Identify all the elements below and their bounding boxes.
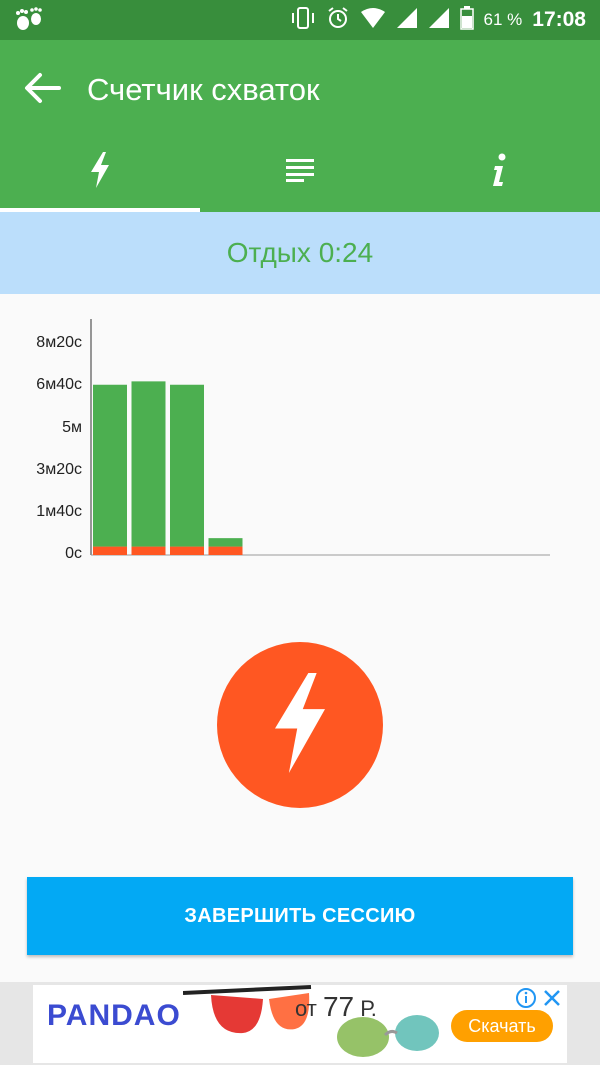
ad-price-prefix: от: [295, 996, 317, 1021]
app-bar: Счетчик схваток: [0, 40, 600, 212]
arrow-left-icon: [23, 72, 61, 109]
ad-price-value: 77: [322, 991, 355, 1022]
ad-download-button[interactable]: Скачать: [451, 1010, 553, 1042]
y-tick-label: 5м: [62, 418, 82, 436]
info-icon[interactable]: [515, 987, 537, 1014]
rest-timer-banner: Отдых 0:24: [0, 212, 600, 294]
signal-icon: [428, 7, 450, 34]
page-title: Счетчик схваток: [87, 72, 320, 107]
bar-rest-segment: [208, 538, 243, 547]
y-tick-label: 1м40с: [36, 502, 82, 520]
ad-price-currency: Р.: [360, 996, 377, 1021]
lightning-icon: [89, 151, 111, 193]
y-tick-label: 0с: [65, 545, 82, 562]
bar-rest-segment: [93, 384, 127, 547]
close-icon[interactable]: [541, 987, 563, 1014]
contraction-toggle-button[interactable]: [217, 642, 383, 808]
signal-icon: [396, 7, 418, 34]
wifi-icon: [360, 7, 386, 34]
tab-counter[interactable]: [0, 132, 200, 212]
bar-contraction-segment: [93, 546, 127, 555]
end-session-button[interactable]: ЗАВЕРШИТЬ СЕССИЮ: [27, 877, 573, 955]
clock: 17:08: [532, 8, 586, 31]
y-tick-label: 3м20с: [36, 460, 82, 478]
chart-canvas: [90, 319, 550, 556]
y-tick-label: 6м40с: [36, 376, 82, 394]
lightning-icon: [265, 672, 335, 778]
bar-contraction-segment: [208, 546, 243, 555]
list-icon: [286, 158, 314, 187]
ad-brand-logo: PANDAO: [47, 999, 181, 1032]
rest-timer-text: Отдых 0:24: [226, 237, 374, 268]
ad-area: PANDAO от 77 Р. Скачать: [0, 982, 600, 1065]
tab-info[interactable]: [400, 132, 600, 212]
back-button[interactable]: [20, 68, 64, 112]
battery-percent: 61 %: [483, 10, 523, 29]
ad-banner[interactable]: PANDAO от 77 Р. Скачать: [33, 985, 567, 1063]
y-tick-label: 8м20с: [36, 334, 82, 352]
bar-rest-segment: [131, 381, 166, 547]
alarm-icon: [326, 6, 350, 35]
battery-icon: [459, 5, 474, 35]
sunglasses-icon: [182, 985, 313, 1050]
tab-history[interactable]: [200, 132, 400, 212]
contractions-chart: 0с 1м40с 3м20с 5м 6м40с 8м20с: [0, 294, 600, 584]
bar-rest-segment: [170, 384, 204, 547]
bar-contraction-segment: [131, 546, 166, 555]
ad-price: от 77 Р.: [295, 991, 377, 1023]
info-icon: [491, 153, 509, 192]
status-bar: 61 % 17:08: [0, 0, 600, 40]
footprints-icon: [14, 7, 44, 38]
bar-contraction-segment: [170, 546, 204, 555]
vibrate-icon: [290, 6, 316, 34]
tab-bar: [0, 132, 600, 212]
